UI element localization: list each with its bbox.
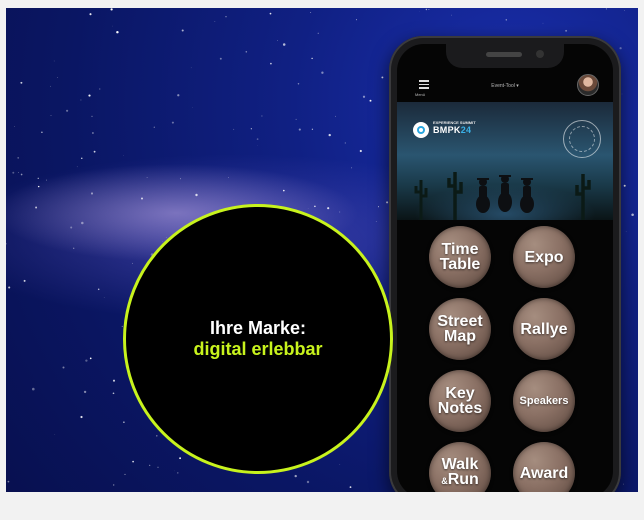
slogan-highlight: digital erlebbar — [193, 339, 323, 359]
rallye-button[interactable]: Rallye — [513, 298, 575, 360]
speakers-button[interactable]: Speakers — [513, 370, 575, 432]
slogan-headline: Ihre Marke: — [209, 318, 307, 338]
time-table-button[interactable]: Time Table — [429, 226, 491, 288]
time-table-label: Time Table — [439, 241, 481, 273]
speakers-label: Speakers — [519, 394, 569, 407]
brand-logo-icon — [413, 122, 429, 138]
brand-main: BMPK — [433, 125, 461, 135]
key-notes-label: Key Notes — [437, 385, 483, 417]
award-label: Award — [519, 464, 569, 482]
user-avatar[interactable] — [577, 74, 599, 96]
smartphone-mockup: Menü Event-Tool ▾ EXPERIENCE SUMMIT BMPK… — [389, 36, 621, 492]
event-banner: EXPERIENCE SUMMIT BMPK24 — [397, 102, 613, 220]
app-header: Menü Event-Tool ▾ — [397, 74, 613, 100]
slogan-bubble: Ihre Marke: digital erlebbar — [123, 204, 393, 474]
rallye-label: Rallye — [520, 320, 568, 338]
phone-screen: Menü Event-Tool ▾ EXPERIENCE SUMMIT BMPK… — [397, 44, 613, 492]
phone-notch — [446, 44, 564, 68]
hero-background: Menü Event-Tool ▾ EXPERIENCE SUMMIT BMPK… — [6, 8, 638, 492]
key-notes-button[interactable]: Key Notes — [429, 370, 491, 432]
expo-label: Expo — [524, 248, 564, 266]
expo-button[interactable]: Expo — [513, 226, 575, 288]
run-text: Run — [447, 471, 479, 488]
front-camera — [536, 50, 544, 58]
street-map-button[interactable]: Street Map — [429, 298, 491, 360]
street-map-label: Street Map — [437, 313, 483, 345]
menu-label: Menü — [415, 92, 426, 97]
walk-run-label: Walk &Run — [441, 457, 479, 489]
seal-badge-icon — [563, 120, 601, 158]
walk-run-button[interactable]: Walk &Run — [429, 442, 491, 492]
award-button[interactable]: Award — [513, 442, 575, 492]
brand-suffix: 24 — [460, 125, 472, 135]
brand-title: BMPK24 — [433, 125, 471, 135]
speaker-grille — [486, 52, 522, 57]
